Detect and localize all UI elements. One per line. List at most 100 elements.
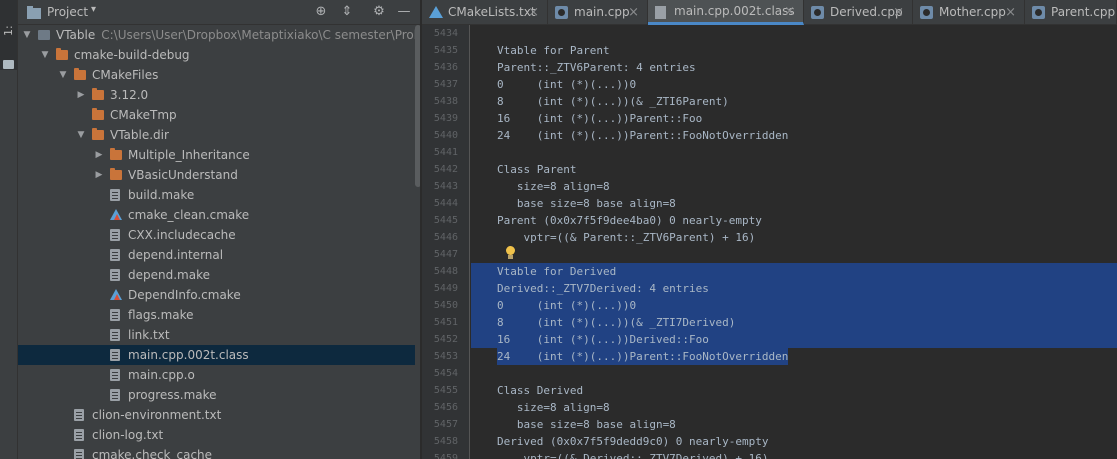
code-line: 0 (int (*)(...))0	[497, 297, 637, 314]
chevron-right-icon[interactable]: ▶	[94, 165, 104, 185]
line-number: 5457	[433, 419, 458, 430]
tree-item-label: cmake-build-debug	[74, 48, 190, 62]
project-folder-icon	[38, 30, 50, 40]
lightbulb-icon[interactable]	[504, 246, 516, 260]
project-path: C:\Users\User\Dropbox\Metaptixiako\C sem…	[101, 28, 421, 42]
editor-tab[interactable]: Mother.cpp ×	[913, 0, 1025, 25]
line-number: 5451	[433, 317, 458, 328]
tree-item[interactable]: CXX.includecache	[18, 225, 415, 245]
file-icon	[74, 409, 84, 421]
close-tab-icon[interactable]: ×	[528, 0, 539, 25]
tree-item[interactable]: ▼ VTable C:\Users\User\Dropbox\Metaptixiak…	[18, 25, 420, 45]
line-number: 5442	[433, 164, 458, 175]
line-number: 5454	[433, 368, 458, 379]
tree-item[interactable]: cmake_clean.cmake	[18, 205, 415, 225]
line-number: 5459	[433, 453, 458, 459]
tree-item[interactable]: link.txt	[18, 325, 415, 345]
tree-item[interactable]: depend.internal	[18, 245, 415, 265]
tree-item[interactable]: cmake.check_cache	[18, 445, 415, 459]
tree-item-label: flags.make	[128, 308, 194, 322]
code-line: 16 (int (*)(...))Derived::Foo	[497, 331, 709, 348]
tree-item-label: CMakeFiles	[92, 68, 159, 82]
chevron-right-icon[interactable]: ▶	[76, 85, 86, 105]
code-line: size=8 align=8	[497, 401, 610, 414]
tree-item[interactable]: ▼ cmake-build-debug	[18, 45, 415, 65]
code-line: 16 (int (*)(...))Parent::Foo	[497, 112, 703, 125]
folder-icon	[74, 68, 86, 80]
chevron-down-icon[interactable]: ▼	[22, 25, 32, 45]
project-tree-scrollbar[interactable]	[415, 25, 420, 187]
cpp-icon	[920, 6, 933, 19]
file-icon	[110, 249, 120, 261]
cmake-icon	[110, 289, 122, 300]
tree-item-label: depend.internal	[128, 248, 224, 262]
code-line: Derived (0x0x7f5f9dedd9c0) 0 nearly-empt…	[497, 435, 769, 448]
editor-tab[interactable]: main.cpp.002t.class ×	[648, 0, 804, 25]
close-tab-icon[interactable]: ×	[784, 0, 795, 23]
editor-tabs: CMakeLists.txt × main.cpp × main.cpp.002t.cl…	[422, 0, 1117, 25]
line-number: 5447	[433, 249, 458, 260]
tree-item[interactable]: ▶ Multiple_Inheritance	[18, 145, 415, 165]
editor-tab[interactable]: Derived.cpp ×	[804, 0, 913, 25]
tree-item-label: Multiple_Inheritance	[128, 148, 250, 162]
code-line: Parent (0x0x7f5f9dee4ba0) 0 nearly-empty	[497, 214, 762, 227]
close-tab-icon[interactable]: ×	[1005, 0, 1016, 25]
chevron-down-icon[interactable]: ▼	[76, 125, 86, 145]
tree-item[interactable]: CMakeTmp	[18, 105, 415, 125]
editor-tab[interactable]: CMakeLists.txt ×	[422, 0, 548, 25]
tree-item[interactable]: ▶ 3.12.0	[18, 85, 415, 105]
code-line: 8 (int (*)(...))(& _ZTI7Derived)	[497, 314, 736, 331]
collapse-all-icon[interactable]: ⇕	[339, 4, 355, 20]
chevron-right-icon[interactable]: ▶	[94, 145, 104, 165]
code-view[interactable]: Vtable for ParentParent::_ZTV6Parent: 4 …	[471, 25, 1117, 459]
chevron-down-icon[interactable]: ▼	[40, 45, 50, 65]
editor-tab[interactable]: Parent.cpp	[1025, 0, 1117, 25]
code-line: Parent::_ZTV6Parent: 4 entries	[497, 61, 696, 74]
folder-icon	[110, 148, 122, 160]
editor-tab-label: Derived.cpp	[830, 5, 903, 19]
tree-item[interactable]: progress.make	[18, 385, 415, 405]
tree-item[interactable]: main.cpp.o	[18, 365, 415, 385]
tree-item[interactable]: main.cpp.002t.class	[18, 345, 415, 365]
tool-window-strip: 1: Project	[0, 0, 32, 459]
locate-file-icon[interactable]: ⊕	[313, 4, 329, 20]
line-number: 5450	[433, 300, 458, 311]
tree-item[interactable]: clion-environment.txt	[18, 405, 415, 425]
tree-item[interactable]: ▶ VBasicUnderstand	[18, 165, 415, 185]
tree-item[interactable]: ▼ CMakeFiles	[18, 65, 415, 85]
project-panel-title: Project	[47, 5, 89, 19]
close-tab-icon[interactable]: ×	[893, 0, 904, 25]
line-number: 5448	[433, 266, 458, 277]
tree-item[interactable]: build.make	[18, 185, 415, 205]
line-number: 5437	[433, 79, 458, 90]
project-tool-window-button[interactable]: 1: Project	[0, 0, 32, 70]
code-line: Vtable for Parent	[497, 44, 610, 57]
tree-item[interactable]: clion-log.txt	[18, 425, 415, 445]
tree-item-label: cmake_clean.cmake	[128, 208, 250, 222]
tree-item[interactable]: DependInfo.cmake	[18, 285, 415, 305]
line-number: 5441	[433, 147, 458, 158]
code-line: base size=8 base align=8	[497, 418, 676, 431]
tree-item[interactable]: ▼ VTable.dir	[18, 125, 415, 145]
line-number: 5453	[433, 351, 458, 362]
tree-item[interactable]: flags.make	[18, 305, 415, 325]
line-number-gutter: 5434 5435 5436 5437 5438 5439 5440 5441 5442 5443…	[422, 25, 470, 459]
folder-icon	[92, 88, 104, 100]
cpp-icon	[555, 6, 568, 19]
view-selector-dropdown-icon[interactable]: ▾	[91, 4, 96, 15]
chevron-down-icon[interactable]: ▼	[58, 65, 68, 85]
file-icon	[110, 189, 120, 201]
line-number: 5445	[433, 215, 458, 226]
line-number: 5456	[433, 402, 458, 413]
tree-item-label: cmake.check_cache	[92, 448, 213, 459]
tree-item[interactable]: depend.make	[18, 265, 415, 285]
editor-tab[interactable]: main.cpp ×	[548, 0, 648, 25]
file-icon	[74, 449, 84, 459]
close-tab-icon[interactable]: ×	[628, 0, 639, 25]
project-panel: Project ▾ ⊕ ⇕ ⚙ — ▼ VTable C:\Users\User\D…	[18, 0, 421, 459]
hide-panel-icon[interactable]: —	[396, 4, 412, 20]
tree-item-label: VBasicUnderstand	[128, 168, 238, 182]
folder-icon	[3, 60, 14, 69]
cmake-icon	[110, 209, 122, 220]
gear-icon[interactable]: ⚙	[371, 4, 387, 20]
